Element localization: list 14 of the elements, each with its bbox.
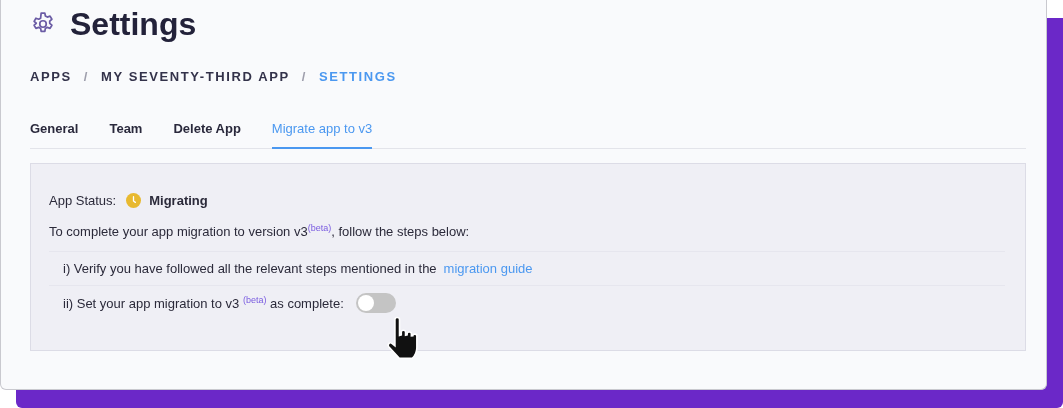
toggle-switch[interactable] [355, 292, 396, 313]
breadcrumb-link[interactable]: APPS [30, 69, 72, 84]
tab[interactable]: Delete App [173, 121, 241, 149]
step-text: ii) Set your app migration to v3 $^{(beta)}$ as complete: [63, 294, 344, 311]
breadcrumb-separator: / [301, 69, 307, 84]
page-title: Settings [70, 5, 197, 43]
instructions-text: To complete your app migration to version v3$^{(beta)}$, follow the steps below: [49, 223, 471, 240]
step-text: i) Verify you have followed all the relevant steps mentioned in the [63, 261, 437, 277]
tab[interactable]: Team [109, 121, 143, 149]
breadcrumb-separator: / [83, 69, 90, 84]
breadcrumb-link[interactable]: MY SEVENTY-THIRD APP [101, 69, 290, 84]
status-label: App Status: [49, 193, 117, 208]
tab[interactable]: General [30, 121, 79, 149]
status-value: Migrating [149, 193, 208, 208]
